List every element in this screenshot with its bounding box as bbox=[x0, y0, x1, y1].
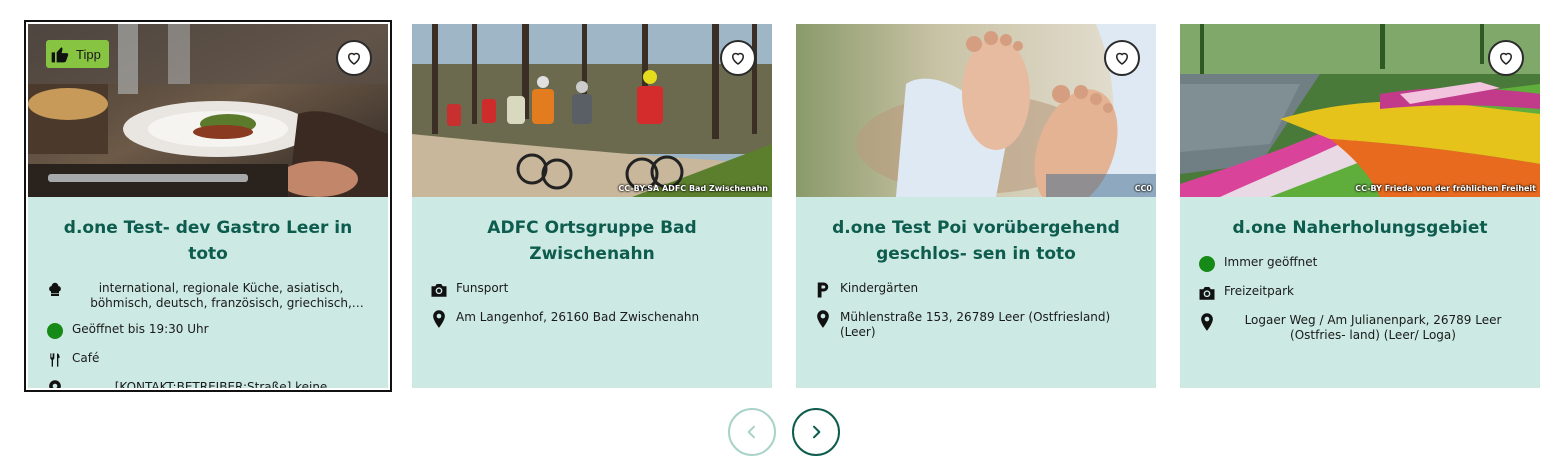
location-pin-icon bbox=[46, 380, 64, 388]
chevron-left-icon bbox=[747, 425, 755, 439]
image-credit: CC-BY Frieda von der fröhlichen Freiheit bbox=[1355, 184, 1536, 193]
fork-knife-icon bbox=[46, 351, 64, 369]
chef-hat-icon bbox=[46, 281, 64, 299]
address-row: Logaer Weg / Am Julianenpark, 26789 Leer… bbox=[1198, 313, 1522, 343]
category-text: Freizeitpark bbox=[1224, 284, 1294, 298]
address-text: Mühlenstraße 153, 26789 Leer (Ostfriesla… bbox=[840, 310, 1111, 339]
chevron-right-icon bbox=[813, 425, 821, 439]
category-text: Kindergärten bbox=[840, 281, 919, 295]
card-title[interactable]: ADFC Ortsgruppe Bad Zwischenahn bbox=[430, 215, 754, 267]
category-row: Freizeitpark bbox=[1198, 284, 1522, 302]
address-text: [KONTAKT:BETREIBER:Straße] keine Mehrspr… bbox=[114, 380, 328, 388]
favorite-button[interactable] bbox=[720, 40, 756, 76]
favorite-button[interactable] bbox=[1488, 40, 1524, 76]
heart-icon bbox=[347, 52, 361, 65]
opening-text: Geöffnet bis 19:30 Uhr bbox=[72, 322, 209, 336]
tulip-park-photo bbox=[1180, 24, 1540, 197]
favorite-button[interactable] bbox=[336, 40, 372, 76]
category-row: Café bbox=[46, 351, 370, 369]
opening-row: Geöffnet bis 19:30 Uhr bbox=[46, 322, 370, 340]
tip-label: Tipp bbox=[76, 46, 101, 62]
poi-card-naherholung[interactable]: CC-BY Frieda von der fröhlichen Freiheit… bbox=[1180, 24, 1540, 388]
address-text: Logaer Weg / Am Julianenpark, 26789 Leer… bbox=[1244, 313, 1502, 342]
baby-feet-photo bbox=[796, 24, 1156, 197]
address-row: [KONTAKT:BETREIBER:Straße] keine Mehrspr… bbox=[46, 380, 370, 388]
category-text: Café bbox=[72, 351, 100, 365]
cuisine-row: international, regionale Küche, asiatisc… bbox=[46, 281, 370, 311]
favorite-button[interactable] bbox=[1104, 40, 1140, 76]
image-credit: CC0 bbox=[1134, 184, 1152, 193]
carousel-next-button[interactable] bbox=[792, 408, 840, 456]
opening-row: Immer geöffnet bbox=[1198, 255, 1522, 273]
opening-text: Immer geöffnet bbox=[1224, 255, 1318, 269]
image-credit: CC-BY-SA ADFC Bad Zwischenahn bbox=[618, 184, 768, 193]
location-pin-icon bbox=[814, 310, 832, 328]
parking-p-icon bbox=[814, 281, 832, 299]
category-text: Funsport bbox=[456, 281, 509, 295]
poi-card-adfc[interactable]: CC-BY-SA ADFC Bad Zwischenahn ADFC Ortsg… bbox=[412, 24, 772, 388]
address-row: Mühlenstraße 153, 26789 Leer (Ostfriesla… bbox=[814, 310, 1138, 340]
heart-icon bbox=[731, 52, 745, 65]
heart-icon bbox=[1115, 52, 1129, 65]
heart-icon bbox=[1499, 52, 1513, 65]
poi-card-gastro-leer[interactable]: Tipp d.one Test- dev Gastro Leer in toto… bbox=[24, 20, 392, 392]
tip-badge: Tipp bbox=[46, 40, 109, 68]
poi-card-test-poi[interactable]: CC0 d.one Test Poi vorübergehend geschlo… bbox=[796, 24, 1156, 388]
card-image: CC-BY-SA ADFC Bad Zwischenahn bbox=[412, 24, 772, 197]
card-image: CC0 bbox=[796, 24, 1156, 197]
cyclists-photo bbox=[412, 24, 772, 197]
card-title[interactable]: d.one Test- dev Gastro Leer in toto bbox=[46, 215, 370, 267]
cuisine-text: international, regionale Küche, asiatisc… bbox=[90, 281, 352, 310]
location-pin-icon bbox=[1198, 313, 1216, 331]
camera-icon bbox=[1198, 284, 1216, 302]
card-image: Tipp bbox=[28, 24, 388, 197]
address-text: Am Langenhof, 26160 Bad Zwischenahn bbox=[456, 310, 700, 324]
status-open-dot bbox=[1199, 256, 1215, 272]
thumbs-up-icon bbox=[51, 47, 69, 63]
card-title[interactable]: d.one Naherholungsgebiet bbox=[1198, 215, 1522, 241]
category-row: Kindergärten bbox=[814, 281, 1138, 299]
status-open-dot bbox=[47, 323, 63, 339]
camera-icon bbox=[430, 281, 448, 299]
card-title[interactable]: d.one Test Poi vorübergehend geschlos- s… bbox=[814, 215, 1138, 267]
carousel-prev-button[interactable] bbox=[728, 408, 776, 456]
address-row: Am Langenhof, 26160 Bad Zwischenahn bbox=[430, 310, 754, 328]
category-row: Funsport bbox=[430, 281, 754, 299]
location-pin-icon bbox=[430, 310, 448, 328]
card-image: CC-BY Frieda von der fröhlichen Freiheit bbox=[1180, 24, 1540, 197]
